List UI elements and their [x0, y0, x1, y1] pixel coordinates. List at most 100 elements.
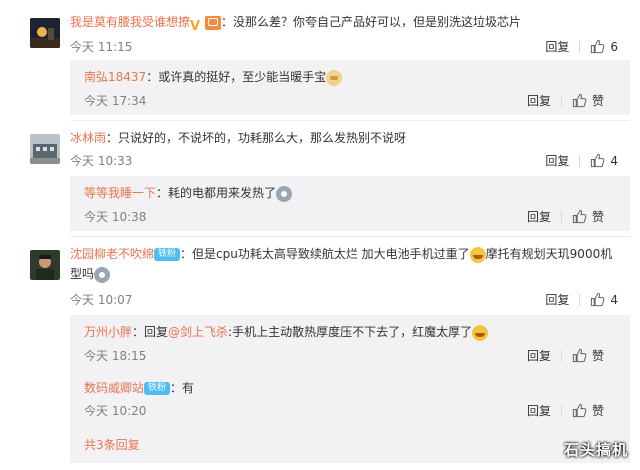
comment-username[interactable]: 沈园柳老不吹绵	[70, 247, 154, 261]
reply-meta: 今天 18:15 回复 赞	[84, 347, 604, 365]
reply-meta: 今天 17:34 回复 赞	[84, 92, 604, 110]
reply-button[interactable]: 回复	[527, 92, 551, 109]
reply-text: ：耗的电都用来发热了	[156, 186, 277, 200]
action-divider	[560, 349, 562, 362]
reply-body: 万州小胖：回复@剑上飞杀:手机上主动散热厚度压不下去了，红魔太厚了	[84, 323, 624, 341]
comment-divider	[70, 236, 630, 237]
laugh-emoji-icon	[469, 246, 486, 263]
reply-button[interactable]: 回复	[545, 38, 569, 55]
comment-username[interactable]: 我是莫有腰我受谁想撩	[70, 15, 190, 29]
like-label: 赞	[591, 349, 604, 363]
like-count: 6	[610, 39, 618, 54]
like-button[interactable]: 赞	[572, 208, 604, 225]
night-scene-avatar-icon	[30, 18, 60, 48]
reply-thread: 南弘18437：或许真的挺好，至少能当暖手宝 今天 17:34 回复 赞	[70, 60, 630, 115]
comment-actions: 回复 4	[545, 152, 618, 169]
comment-actions: 回复 4	[545, 291, 618, 308]
comment-divider	[70, 120, 630, 121]
like-button[interactable]: 4	[590, 153, 618, 168]
mention-link[interactable]: @剑上飞杀	[168, 325, 228, 339]
reply-actions: 回复 赞	[527, 402, 604, 419]
action-divider	[579, 154, 581, 167]
watermark: 石头搞机	[563, 441, 628, 459]
reply-meta: 今天 10:38 回复 赞	[84, 208, 604, 226]
verified-v-icon: V	[190, 19, 201, 34]
reply-button[interactable]: 回复	[527, 347, 551, 364]
fan-medal-icon	[205, 15, 222, 30]
thumb-up-icon	[572, 209, 587, 224]
reply-username[interactable]: 万州小胖	[84, 325, 132, 339]
fan-badge: 铁粉	[154, 248, 181, 261]
comment-username[interactable]: 冰林雨	[70, 131, 106, 145]
reply-prefix: ：回复	[132, 325, 169, 339]
action-divider	[579, 293, 581, 306]
reply-thread: 等等我睡一下：耗的电都用来发热了 今天 10:38 回复 赞	[70, 176, 630, 231]
reply-actions: 回复 赞	[527, 92, 604, 109]
man-portrait-avatar-icon	[30, 250, 60, 280]
avatar[interactable]	[30, 250, 60, 280]
reply-body: 南弘18437：或许真的挺好，至少能当暖手宝	[84, 68, 624, 86]
reply-time: 今天 18:15	[84, 349, 147, 363]
like-label: 赞	[591, 94, 604, 108]
reply-username[interactable]: 南弘18437	[84, 70, 146, 84]
doge-emoji-icon	[326, 69, 343, 86]
cry-emoji-icon	[276, 185, 293, 202]
thumb-up-icon	[591, 39, 605, 54]
building-avatar-icon	[30, 134, 60, 164]
avatar[interactable]	[30, 134, 60, 164]
comment-meta: 今天 11:15 回复 6	[70, 38, 618, 56]
like-count: 4	[610, 292, 618, 307]
avatar[interactable]	[30, 18, 60, 48]
comment-time: 今天 10:33	[70, 154, 133, 168]
reply-actions: 回复 赞	[527, 208, 604, 225]
comment-meta: 今天 10:07 回复 4	[70, 291, 618, 309]
reply-time: 今天 10:38	[84, 210, 147, 224]
laugh-emoji-icon	[472, 324, 489, 341]
comment-body: 我是莫有腰我受谁想撩V ：没那么差？你夸自己产品好可以，但是别洗这垃圾芯片	[70, 12, 630, 34]
comment-text: ：只说好的，不说坏的，功耗那么大，那么发热别不说呀	[106, 131, 407, 145]
like-label: 赞	[591, 404, 604, 418]
cry-emoji-icon	[94, 266, 111, 283]
like-button[interactable]: 赞	[572, 347, 604, 364]
like-button[interactable]: 赞	[572, 92, 604, 109]
reply-button[interactable]: 回复	[545, 291, 569, 308]
comment-actions: 回复 6	[545, 38, 618, 55]
reply-text: ：有	[170, 381, 195, 395]
action-divider	[579, 40, 581, 53]
thumb-up-icon	[591, 153, 605, 168]
action-divider	[560, 94, 562, 107]
reply-meta: 今天 10:20 回复 赞	[84, 402, 604, 420]
comment-meta: 今天 10:33 回复 4	[70, 152, 618, 170]
more-replies-link[interactable]: 共3条回复	[84, 436, 140, 453]
reply-text: :手机上主动散热厚度压不下去了，红魔太厚了	[228, 325, 473, 339]
comment-body: 冰林雨：只说好的，不说坏的，功耗那么大，那么发热别不说呀	[70, 128, 630, 148]
comment-text: ：没那么差？你夸自己产品好可以，但是别洗这垃圾芯片	[221, 15, 522, 29]
thumb-up-icon	[572, 403, 587, 418]
like-button[interactable]: 6	[590, 39, 618, 54]
thumb-up-icon	[572, 93, 587, 108]
comment-text: ：但是cpu功耗太高导致续航太烂 加大电池手机过重了	[180, 247, 470, 261]
reply-time: 今天 17:34	[84, 94, 147, 108]
like-button[interactable]: 4	[590, 292, 618, 307]
reply-username[interactable]: 等等我睡一下	[84, 186, 156, 200]
reply-text: ：或许真的挺好，至少能当暖手宝	[146, 70, 327, 84]
reply-button[interactable]: 回复	[545, 152, 569, 169]
fan-badge: 铁粉	[144, 382, 171, 395]
reply-time: 今天 10:20	[84, 404, 147, 418]
reply-body: 等等我睡一下：耗的电都用来发热了	[84, 184, 624, 202]
comment-body: 沈园柳老不吹绵 铁粉 ：但是cpu功耗太高导致续航太烂 加大电池手机过重了 摩托有规划…	[70, 244, 618, 284]
thumb-up-icon	[591, 292, 605, 307]
reply-button[interactable]: 回复	[527, 402, 551, 419]
reply-username[interactable]: 数码威卿站	[84, 381, 144, 395]
like-count: 4	[610, 153, 618, 168]
comment-time: 今天 10:07	[70, 293, 133, 307]
action-divider	[560, 210, 562, 223]
reply-body: 数码威卿站 铁粉 ：有	[84, 379, 624, 397]
reply-actions: 回复 赞	[527, 347, 604, 364]
comment-time: 今天 11:15	[70, 40, 133, 54]
reply-thread: 万州小胖：回复@剑上飞杀:手机上主动散热厚度压不下去了，红魔太厚了 今天 18:…	[70, 315, 630, 463]
like-button[interactable]: 赞	[572, 402, 604, 419]
action-divider	[560, 404, 562, 417]
like-label: 赞	[591, 210, 604, 224]
reply-button[interactable]: 回复	[527, 208, 551, 225]
